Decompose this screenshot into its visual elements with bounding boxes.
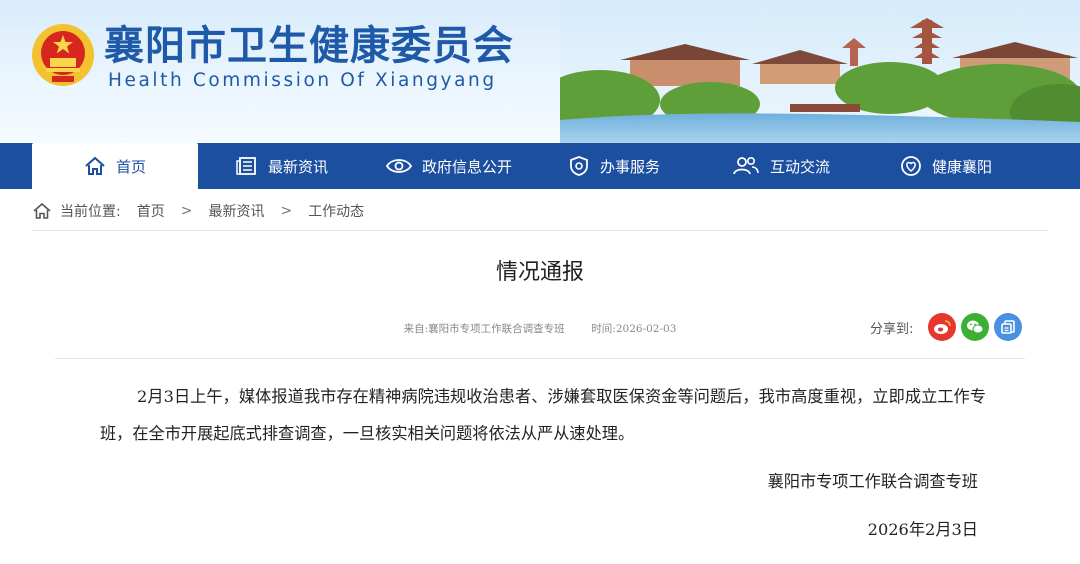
share-label: 分享到: — [870, 321, 914, 337]
nav-item-gov-info[interactable]: 政府信息公开 — [386, 143, 512, 189]
shield-service-icon — [570, 156, 588, 176]
source-value: 襄阳市专项工作联合调查专班 — [428, 323, 565, 335]
people-icon — [733, 156, 759, 175]
national-emblem-icon — [32, 24, 94, 86]
article-body: 2月3日上午，媒体报道我市存在精神病院违规收治患者、涉嫌套取医保资金等问题后，我… — [100, 387, 986, 443]
breadcrumb-separator: > — [180, 203, 193, 219]
nav-item-healthy-xiangyang[interactable]: 健康襄阳 — [900, 143, 992, 189]
health-icon — [901, 156, 921, 176]
nav-item-services[interactable]: 办事服务 — [568, 143, 660, 189]
breadcrumb-separator: > — [280, 203, 293, 219]
breadcrumb-label: 当前位置: — [60, 204, 121, 220]
share-copy-button[interactable] — [994, 313, 1023, 341]
home-icon — [33, 202, 51, 219]
city-scenery-image — [560, 0, 1080, 143]
site-banner: 襄阳市卫生健康委员会 Health Commission Of Xiangyan… — [0, 0, 1080, 143]
content-divider — [55, 358, 1025, 359]
news-icon — [236, 157, 256, 175]
source-label: 来自: — [403, 323, 429, 335]
breadcrumb: 当前位置: 首页 > 最新资讯 > 工作动态 — [32, 192, 1048, 231]
share-bar: 分享到: — [870, 312, 1023, 342]
nav-item-home[interactable]: 首页 — [32, 143, 198, 189]
time-value: 2026-02-03 — [615, 323, 677, 335]
site-title-english: Health Commission Of Xiangyang — [108, 70, 497, 91]
site-title-chinese: 襄阳市卫生健康委员会 — [104, 23, 514, 69]
article-title: 情况通报 — [495, 260, 584, 285]
breadcrumb-news-link[interactable]: 最新资讯 — [208, 201, 264, 221]
nav-label-news: 最新资讯 — [268, 157, 329, 176]
share-wechat-button[interactable] — [961, 313, 990, 341]
breadcrumb-home-link[interactable]: 首页 — [137, 201, 165, 221]
breadcrumb-work-updates-link[interactable]: 工作动态 — [308, 201, 364, 221]
article-date: 2026年2月3日 — [867, 520, 978, 539]
time-label: 时间: — [591, 323, 616, 335]
wechat-icon — [967, 320, 984, 334]
nav-item-news[interactable]: 最新资讯 — [236, 143, 328, 189]
nav-item-interaction[interactable]: 互动交流 — [732, 143, 830, 189]
weibo-icon — [934, 320, 952, 334]
nav-label-home: 首页 — [115, 157, 146, 176]
nav-label-gov-info: 政府信息公开 — [422, 157, 513, 176]
nav-label-interaction: 互动交流 — [770, 157, 831, 176]
eye-icon — [386, 159, 412, 173]
nav-label-services: 办事服务 — [600, 157, 661, 176]
share-weibo-button[interactable] — [928, 313, 957, 341]
copy-icon — [1001, 320, 1016, 334]
article-signature: 襄阳市专项工作联合调查专班 — [767, 472, 978, 491]
nav-label-healthy-xiangyang: 健康襄阳 — [932, 157, 993, 176]
main-navigation: 首页 最新资讯 政府信息公开 办事服务 互动交流 健康襄阳 — [0, 143, 1080, 189]
home-icon — [85, 156, 105, 175]
